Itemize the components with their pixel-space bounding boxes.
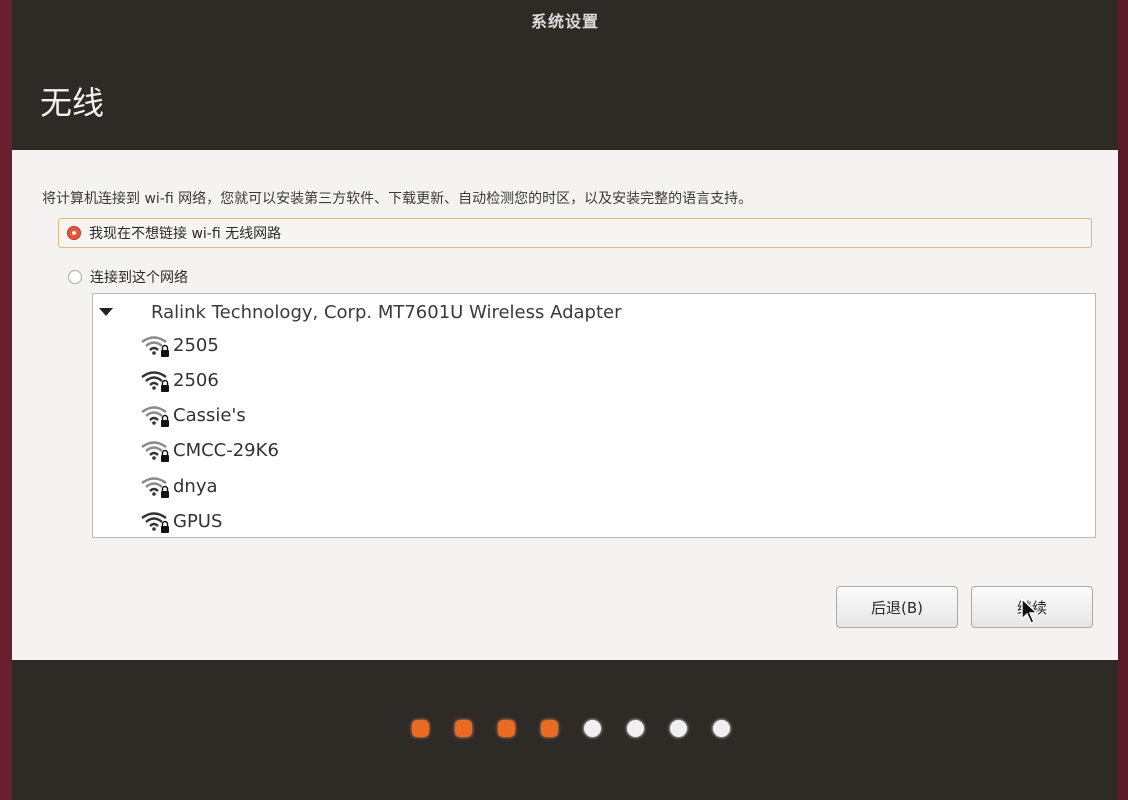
network-name: dnya: [173, 475, 218, 497]
progress-dots: [12, 720, 1118, 744]
wifi-locked-icon: [141, 371, 169, 392]
network-name: CMCC-29K6: [173, 439, 279, 461]
intro-text: 将计算机连接到 wi-fi 网络，您就可以安装第三方软件、下载更新、自动检测您的…: [42, 191, 753, 207]
mouse-cursor-icon: [1021, 598, 1039, 624]
radio-unselected-icon[interactable]: [68, 270, 82, 284]
network-name: GPUS: [173, 510, 223, 532]
wifi-locked-icon: [141, 477, 169, 498]
network-item[interactable]: GPUS: [139, 508, 222, 534]
wifi-locked-icon: [141, 406, 169, 427]
page-title: 无线: [40, 84, 105, 122]
no-wifi-option-label: 我现在不想链接 wi-fi 无线网路: [89, 226, 282, 242]
title-bar[interactable]: 系统设置: [12, 0, 1118, 40]
network-item[interactable]: dnya: [139, 473, 218, 499]
network-item[interactable]: 2505: [139, 332, 219, 358]
network-item[interactable]: 2506: [139, 367, 219, 393]
expand-triangle-icon[interactable]: [99, 308, 113, 316]
desktop-edge-left: [0, 0, 12, 800]
desktop-edge-right: [1118, 0, 1128, 800]
radio-selected-icon[interactable]: [67, 226, 81, 240]
network-item[interactable]: Cassie's: [139, 402, 246, 428]
progress-dot-pending: [713, 720, 730, 737]
progress-dot-pending: [584, 720, 601, 737]
wifi-locked-icon: [141, 441, 169, 462]
back-button[interactable]: 后退(B): [836, 586, 958, 628]
progress-dot-done: [455, 720, 472, 737]
progress-dot-done: [498, 720, 515, 737]
network-item[interactable]: CMCC-29K6: [139, 437, 279, 463]
network-list[interactable]: Ralink Technology, Corp. MT7601U Wireles…: [92, 293, 1096, 538]
network-name: Cassie's: [173, 404, 246, 426]
wifi-locked-icon: [141, 512, 169, 533]
page-header: 无线: [12, 40, 1118, 150]
screen: 系统设置 无线 将计算机连接到 wi-fi 网络，您就可以安装第三方软件、下载更…: [0, 0, 1128, 800]
network-name: 2506: [173, 369, 219, 391]
connect-network-option-label: 连接到这个网络: [90, 270, 188, 286]
window-title: 系统设置: [530, 12, 599, 31]
wifi-locked-icon: [141, 336, 169, 357]
progress-dot-done: [412, 720, 429, 737]
adapter-row[interactable]: Ralink Technology, Corp. MT7601U Wireles…: [93, 300, 622, 324]
progress-dot-pending: [670, 720, 687, 737]
network-name: 2505: [173, 334, 219, 356]
content-panel: 将计算机连接到 wi-fi 网络，您就可以安装第三方软件、下载更新、自动检测您的…: [12, 150, 1118, 660]
no-wifi-option[interactable]: 我现在不想链接 wi-fi 无线网路: [58, 218, 1092, 248]
installer-window: 系统设置 无线 将计算机连接到 wi-fi 网络，您就可以安装第三方软件、下载更…: [12, 0, 1118, 800]
progress-dot-done: [541, 720, 558, 737]
adapter-name: Ralink Technology, Corp. MT7601U Wireles…: [151, 301, 622, 323]
progress-dot-pending: [627, 720, 644, 737]
connect-network-option[interactable]: 连接到这个网络: [60, 262, 188, 292]
